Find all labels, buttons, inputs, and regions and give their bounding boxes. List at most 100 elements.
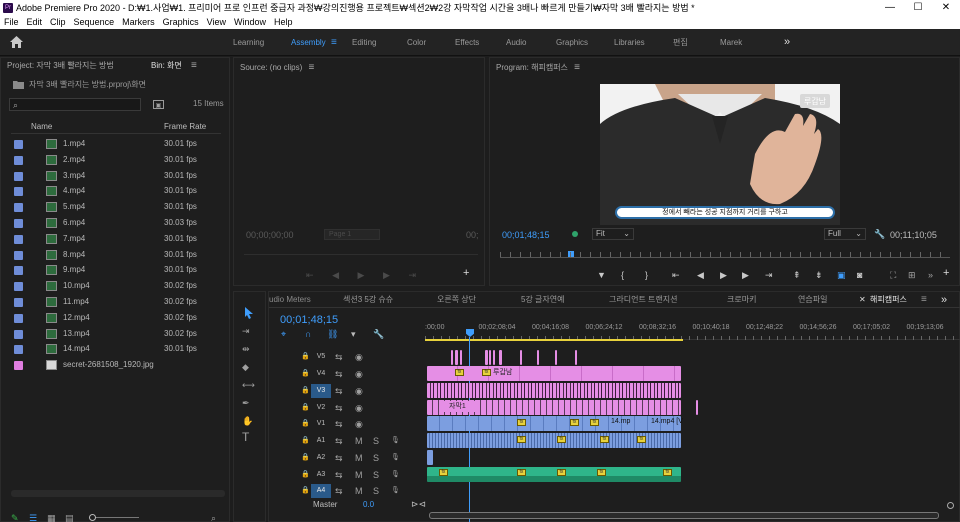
home-icon[interactable]	[10, 36, 23, 48]
type-tool-icon[interactable]: T	[242, 431, 249, 443]
workspace-learning[interactable]: Learning	[233, 29, 264, 56]
project-item-row[interactable]: 10.mp4 30.02 fps	[11, 278, 221, 294]
step-forward-icon[interactable]: ▶	[383, 270, 390, 280]
export-frame-icon[interactable]: ◙	[857, 270, 862, 280]
menu-view[interactable]: View	[203, 16, 230, 29]
program-add-button-icon[interactable]: +	[943, 268, 949, 279]
settings-icon[interactable]: »	[928, 270, 933, 280]
timeline-vertical-scrollbar[interactable]	[945, 337, 957, 509]
source-page-dropdown[interactable]: Page 1	[324, 229, 380, 240]
play-icon[interactable]: ▶	[358, 270, 365, 280]
quality-dropdown[interactable]: Full ⌄	[824, 228, 866, 240]
hand-tool-icon[interactable]: ✋	[242, 416, 253, 426]
project-item-row[interactable]: 14.mp4 30.01 fps	[11, 341, 221, 357]
sync-lock-icon[interactable]: ⇆	[335, 352, 343, 362]
slip-tool-icon[interactable]: ⟷	[242, 380, 255, 390]
tab-close-icon[interactable]: ✕	[859, 292, 866, 308]
project-search-input[interactable]: ⌕	[9, 98, 141, 111]
add-marker-icon[interactable]: ▾	[351, 329, 356, 340]
go-to-out-icon[interactable]: ⇥	[765, 270, 773, 281]
lock-icon[interactable]: 🔒	[301, 453, 310, 463]
lift-icon[interactable]: ⇞	[793, 270, 801, 281]
label-color-swatch[interactable]	[14, 155, 23, 165]
workspace-marek[interactable]: Marek	[720, 29, 742, 56]
project-item-row[interactable]: 5.mp4 30.01 fps	[11, 199, 221, 215]
menu-markers[interactable]: Markers	[118, 16, 159, 29]
label-color-swatch[interactable]	[14, 234, 23, 244]
mark-in-icon[interactable]: {	[621, 270, 624, 280]
label-color-swatch[interactable]	[14, 250, 23, 260]
lock-icon[interactable]: 🔒	[301, 369, 310, 379]
workspace-menu-icon[interactable]: ≡	[331, 29, 337, 56]
zoom-slider-handle[interactable]	[89, 514, 96, 521]
track-target-a1[interactable]: A1	[311, 434, 331, 448]
eye-icon[interactable]: ◉	[355, 419, 363, 429]
bin-menu-icon[interactable]: ≡	[191, 58, 197, 74]
solo-button[interactable]: S	[373, 436, 379, 446]
project-item-row[interactable]: 11.mp4 30.02 fps	[11, 294, 221, 310]
label-color-swatch[interactable]	[14, 171, 23, 181]
track-target-v3[interactable]: V3	[311, 384, 331, 398]
column-frame-rate[interactable]: Frame Rate	[164, 122, 206, 131]
project-item-row[interactable]: 4.mp4 30.01 fps	[11, 183, 221, 199]
microphone-icon[interactable]: 🎙	[391, 486, 400, 496]
search-icon[interactable]: ⌕	[211, 513, 216, 522]
selection-tool-icon[interactable]	[244, 307, 254, 319]
workspace-more-button[interactable]: »	[784, 29, 790, 56]
sync-lock-icon[interactable]: ⇆	[335, 486, 343, 496]
label-color-swatch[interactable]	[14, 140, 23, 149]
label-color-swatch[interactable]	[14, 282, 23, 292]
tab-sequence-4[interactable]: 그라디언트 트랜지션	[609, 292, 677, 308]
list-view-icon[interactable]: ☰	[29, 513, 37, 522]
project-item-row[interactable]: 2.mp4 30.01 fps	[11, 152, 221, 168]
workspace-assembly[interactable]: Assembly	[291, 29, 326, 56]
add-marker-icon[interactable]: ▼	[597, 270, 606, 280]
column-name[interactable]: Name	[31, 122, 52, 131]
microphone-icon[interactable]: 🎙	[391, 470, 400, 480]
project-item-row[interactable]: 1.mp4 30.01 fps	[11, 136, 221, 152]
tab-sequence-2[interactable]: 오른쪽 상단	[437, 292, 476, 308]
maximize-button[interactable]: ☐	[904, 0, 932, 16]
sync-lock-icon[interactable]: ⇆	[335, 436, 343, 446]
tab-sequence-5[interactable]: 크로마키	[727, 292, 756, 308]
project-item-row[interactable]: 3.mp4 30.01 fps	[11, 168, 221, 184]
workspace-effects[interactable]: Effects	[455, 29, 479, 56]
workspace-libraries[interactable]: Libraries	[614, 29, 645, 56]
a2-clip[interactable]	[427, 450, 433, 465]
project-item-row[interactable]: 9.mp4 30.01 fps	[11, 262, 221, 278]
track-select-tool-icon[interactable]: ⇥	[242, 326, 250, 336]
project-item-row[interactable]: 7.mp4 30.01 fps	[11, 231, 221, 247]
timeline-settings-icon[interactable]: 🔧	[373, 329, 384, 340]
v3-clip[interactable]	[427, 383, 681, 398]
v5-clip[interactable]	[520, 350, 522, 365]
time-ruler[interactable]: :00;00 00;02;08;04 00;04;16;08 00;06;24;12 0…	[425, 320, 960, 340]
solo-button[interactable]: S	[373, 486, 379, 496]
source-add-button-icon[interactable]: +	[463, 268, 469, 279]
program-timecode[interactable]: 00;01;48;15	[502, 230, 550, 240]
label-color-swatch[interactable]	[14, 345, 23, 355]
eye-icon[interactable]: ◉	[355, 352, 363, 362]
workspace-color[interactable]: Color	[407, 29, 426, 56]
v5-clip[interactable]	[489, 350, 491, 365]
eye-icon[interactable]: ◉	[355, 386, 363, 396]
track-target-v2[interactable]: V2	[311, 401, 331, 415]
v5-clip[interactable]	[499, 350, 502, 365]
work-area-bar[interactable]	[425, 339, 683, 341]
v5-clip[interactable]	[493, 350, 495, 365]
timeline-menu-icon[interactable]: ≡	[921, 292, 927, 308]
sync-lock-icon[interactable]: ⇆	[335, 403, 343, 413]
v5-clip[interactable]	[537, 350, 539, 365]
label-color-swatch[interactable]	[14, 298, 23, 307]
vertical-scroll-handle[interactable]	[947, 502, 954, 509]
close-button[interactable]: ✕	[932, 0, 960, 16]
label-color-swatch[interactable]	[14, 187, 23, 197]
tab-bin[interactable]: Bin: 화면	[151, 58, 182, 74]
minimize-button[interactable]: —	[876, 0, 904, 16]
track-target-v5[interactable]: V5	[311, 350, 331, 364]
track-target-a2[interactable]: A2	[311, 451, 331, 465]
workspace-custom-edit[interactable]: 편집	[673, 29, 688, 56]
v2-end-marker[interactable]	[696, 400, 698, 415]
go-to-out-icon[interactable]: ⇥	[408, 270, 416, 280]
button-editor-icon[interactable]: ⛶	[890, 270, 896, 280]
v5-clip[interactable]	[460, 350, 462, 365]
